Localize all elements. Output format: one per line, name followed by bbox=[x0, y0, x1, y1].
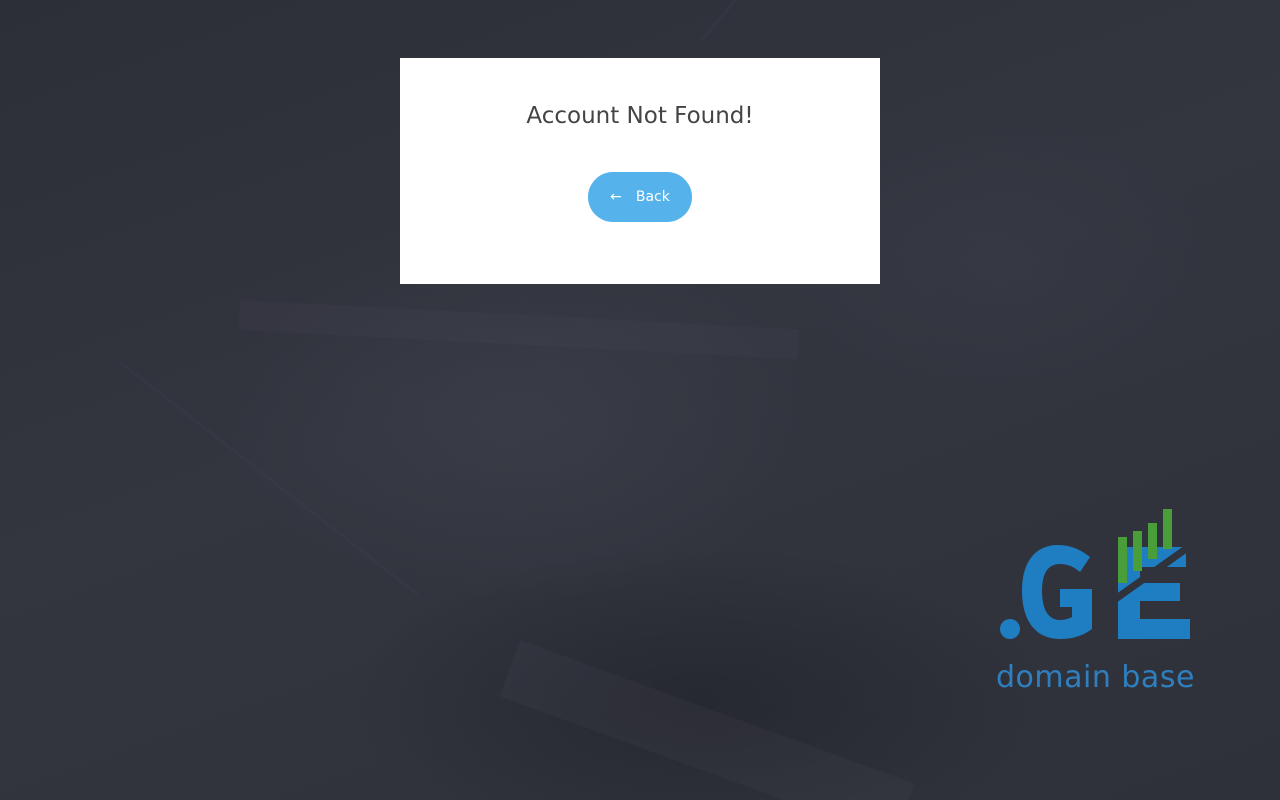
background-streak bbox=[238, 300, 800, 360]
logo-bar bbox=[1163, 509, 1172, 549]
logo-bar bbox=[1133, 531, 1142, 571]
error-modal: Account Not Found! ← Back bbox=[400, 58, 880, 284]
background-streak bbox=[118, 360, 420, 597]
logo-bar bbox=[1148, 523, 1157, 559]
back-button[interactable]: ← Back bbox=[588, 172, 692, 222]
logo-dot bbox=[1000, 619, 1020, 639]
logo-letter-g bbox=[1022, 545, 1092, 639]
logo-bar bbox=[1118, 537, 1127, 583]
modal-title: Account Not Found! bbox=[526, 103, 754, 129]
brand-tagline: domain base bbox=[996, 660, 1195, 695]
background-streak bbox=[700, 0, 870, 42]
background-streak bbox=[499, 640, 915, 800]
arrow-left-icon: ← bbox=[610, 189, 622, 205]
back-button-label: Back bbox=[635, 189, 670, 205]
